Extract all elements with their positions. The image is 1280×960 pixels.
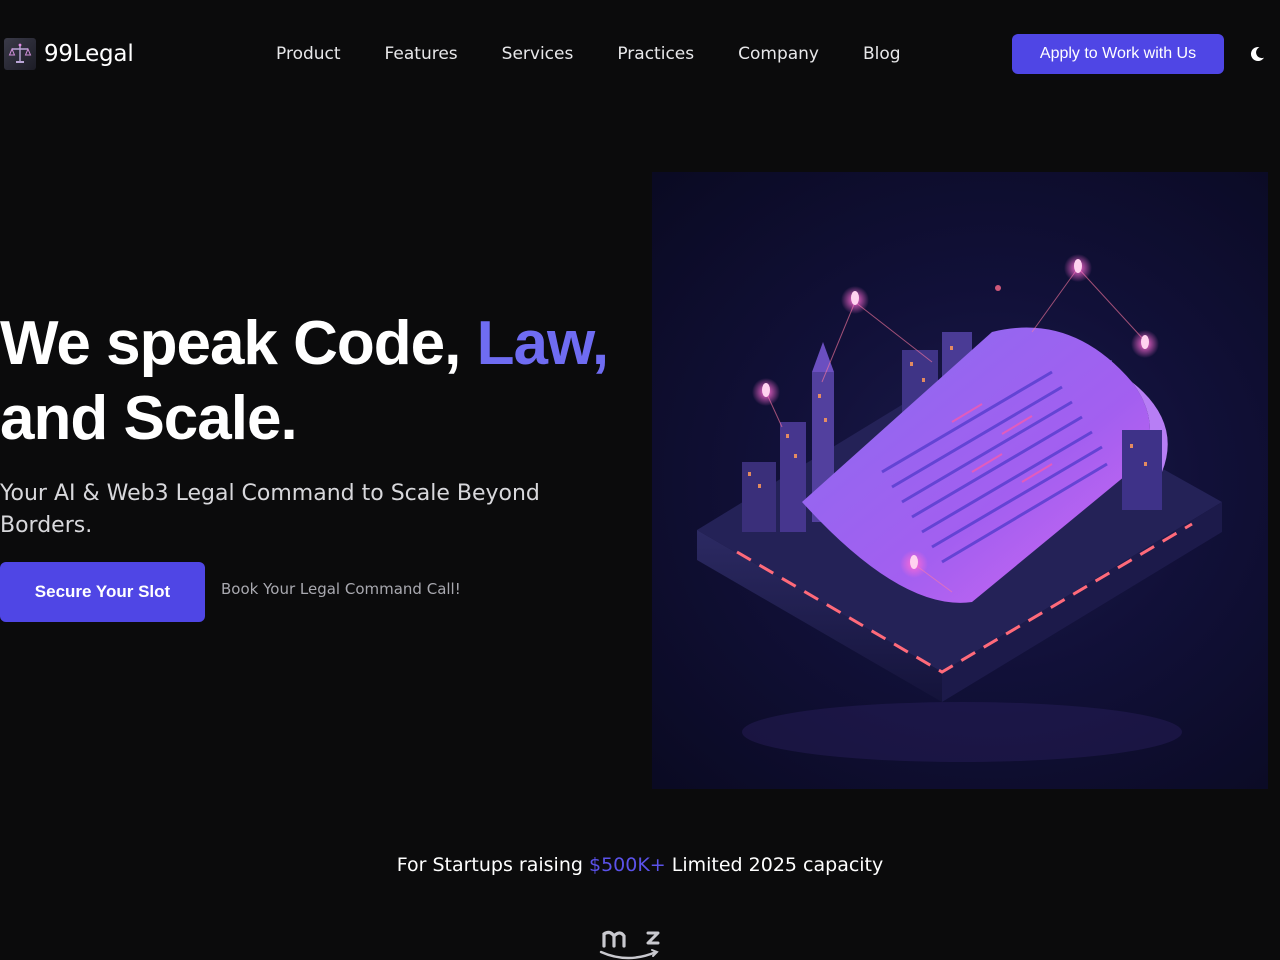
hero-title-accent: Law, xyxy=(476,309,610,378)
nav-item-product[interactable]: Product xyxy=(276,44,341,64)
nav-item-practices[interactable]: Practices xyxy=(617,44,694,64)
nav-item-features[interactable]: Features xyxy=(385,44,458,64)
partner-logo xyxy=(598,926,664,960)
hero-illustration xyxy=(652,172,1268,789)
capacity-text: For Startups raising $500K+ Limited 2025… xyxy=(0,854,1280,876)
hero-subtitle: Your AI & Web3 Legal Command to Scale Be… xyxy=(0,481,540,538)
hero-title-part1: We speak Code, xyxy=(0,309,477,378)
brand-name: 99Legal xyxy=(44,41,134,67)
hero-title-part2: and Scale. xyxy=(0,384,298,453)
cta-note: Book Your Legal Command Call! xyxy=(221,580,461,598)
nav-item-services[interactable]: Services xyxy=(502,44,574,64)
apply-to-work-button[interactable]: Apply to Work with Us xyxy=(1012,34,1224,74)
scales-of-justice-icon xyxy=(4,38,36,70)
capacity-prefix: For Startups raising xyxy=(396,854,589,876)
moon-icon[interactable] xyxy=(1246,44,1268,64)
brand[interactable]: 99Legal xyxy=(4,37,134,71)
secure-slot-button[interactable]: Secure Your Slot xyxy=(0,562,205,622)
nav-item-company[interactable]: Company xyxy=(738,44,819,64)
capacity-suffix: Limited 2025 capacity xyxy=(665,854,884,876)
site-header: 99Legal Product Features Services Practi… xyxy=(0,0,1280,108)
hero-title: We speak Code, Law, and Scale. xyxy=(0,306,640,456)
capacity-highlight: $500K+ xyxy=(588,854,666,876)
nav-item-blog[interactable]: Blog xyxy=(863,44,901,64)
landing-page: 99Legal Product Features Services Practi… xyxy=(0,0,1280,960)
main-nav: Product Features Services Practices Comp… xyxy=(276,41,901,67)
